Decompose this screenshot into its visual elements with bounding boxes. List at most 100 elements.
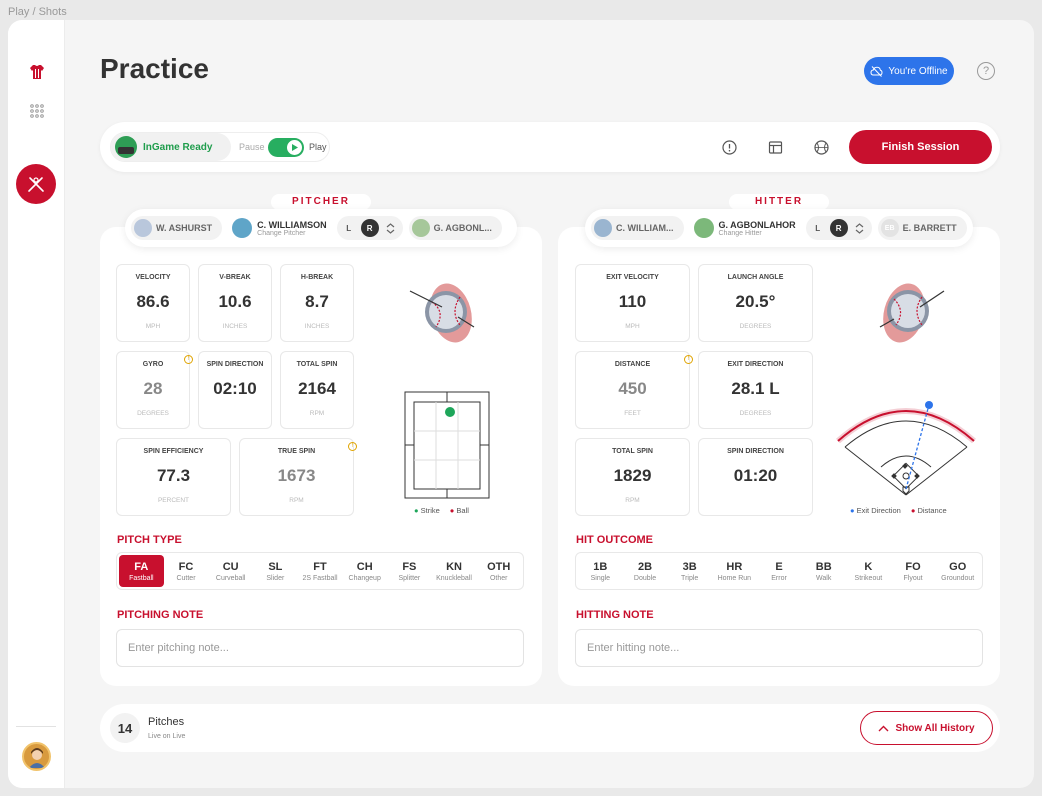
outcome-code: HR (726, 560, 743, 573)
pitch-type-option[interactable]: CH Changeup (342, 555, 387, 587)
chevron-updown-icon[interactable] (382, 219, 400, 237)
hand-right-option[interactable]: R (360, 219, 379, 237)
strike-zone-legend: ● Strike ● Ball (414, 506, 469, 515)
chevron-updown-icon[interactable] (851, 219, 869, 237)
pitch-name: Other (489, 574, 508, 582)
chevron-up-icon (878, 725, 889, 731)
stat-card: V-BREAK 10.6 INCHES (198, 264, 272, 342)
current-hitter[interactable]: G. AGBONLAHOR Change Hitter (690, 218, 800, 238)
hitter-hand-toggle: L R (805, 216, 872, 240)
outcome-code: GO (949, 560, 967, 573)
pitch-type-option[interactable]: FS Splitter (387, 555, 432, 587)
hit-outcome-option[interactable]: FO Flyout (891, 555, 936, 587)
pitch-type-option[interactable]: FT 2S Fastball (298, 555, 343, 587)
warning-icon[interactable]: ! (184, 355, 193, 364)
alert-icon[interactable] (720, 138, 738, 156)
warning-icon[interactable]: ! (348, 442, 357, 451)
play-icon (287, 140, 302, 155)
crossed-bats-icon (28, 177, 44, 192)
hit-outcome-option[interactable]: GO Groundout (935, 555, 980, 587)
hit-outcome-option[interactable]: BB Walk (801, 555, 846, 587)
stat-value: 10.6 (218, 292, 252, 311)
stat-value: 110 (618, 292, 647, 311)
user-avatar[interactable] (22, 742, 51, 771)
outcome-name: Strikeout (854, 574, 883, 582)
legend-distance: ● Distance (910, 506, 947, 515)
play-pause-toggle[interactable] (268, 138, 304, 157)
stat-label: EXIT DIRECTION (727, 361, 784, 368)
hit-outcome-option[interactable]: E Error (757, 555, 802, 587)
pitcher-section-label: PITCHER (271, 194, 371, 210)
show-history-button[interactable]: Show All History (860, 711, 993, 745)
player-avatar (693, 218, 714, 238)
stat-label: TOTAL SPIN (612, 448, 653, 455)
pitch-type-option[interactable]: SL Slider (253, 555, 298, 587)
pitching-note-input[interactable]: Enter pitching note... (116, 629, 524, 667)
stat-label: SPIN DIRECTION (727, 448, 784, 455)
change-hitter-link[interactable]: Change Hitter (719, 230, 796, 237)
stat-value: 1673 (277, 466, 316, 485)
practice-nav-button[interactable] (16, 164, 56, 204)
hit-outcome-option[interactable]: 1B Single (578, 555, 623, 587)
hit-outcome-option[interactable]: HR Home Run (712, 555, 757, 587)
stat-value: 1829 (613, 466, 652, 485)
stat-unit: MPH (625, 323, 640, 330)
pitch-name: Curveball (215, 574, 246, 582)
next-pitcher-chip[interactable]: G. AGBONL... (408, 216, 502, 240)
pitch-type-option[interactable]: FC Cutter (164, 555, 209, 587)
stat-label: H-BREAK (300, 274, 334, 281)
baseball-icon[interactable] (812, 138, 830, 156)
hand-left-option[interactable]: L (340, 219, 358, 237)
pitch-code: FS (402, 560, 417, 573)
change-pitcher-link[interactable]: Change Pitcher (257, 230, 327, 237)
breadcrumb: Play / Shots (8, 6, 67, 18)
help-icon[interactable]: ? (977, 62, 995, 80)
pitch-code: CU (222, 560, 239, 573)
hit-outcome-heading: HIT OUTCOME (576, 534, 653, 546)
device-pill[interactable]: InGame Ready (111, 133, 231, 161)
hit-outcome-option[interactable]: 3B Triple (667, 555, 712, 587)
layout-icon[interactable] (766, 138, 784, 156)
stat-value: 8.7 (305, 292, 329, 311)
pitch-type-option[interactable]: KN Knuckleball (432, 555, 477, 587)
stat-card: ! DISTANCE 450 FEET (575, 351, 693, 429)
stat-label: TRUE SPIN (277, 448, 316, 455)
offline-status-button[interactable]: You're Offline (864, 57, 954, 85)
hit-outcome-option[interactable]: 2B Double (623, 555, 668, 587)
pitch-type-option[interactable]: FA Fastball (119, 555, 164, 587)
next-hitter-chip[interactable]: EB E. BARRETT (877, 216, 967, 240)
prev-pitcher-chip[interactable]: W. ASHURST (131, 216, 223, 240)
finish-session-button[interactable]: Finish Session (849, 130, 992, 164)
hitter-section-label: HITTER (729, 194, 829, 210)
stat-label: EXIT VELOCITY (606, 274, 659, 281)
warning-icon[interactable]: ! (684, 355, 693, 364)
legend-strike: ● Strike (414, 506, 440, 515)
hitting-note-input[interactable]: Enter hitting note... (575, 629, 983, 667)
hit-outcome-option[interactable]: K Strikeout (846, 555, 891, 587)
next-hitter-name: E. BARRETT (902, 223, 957, 233)
stat-unit: MPH (145, 323, 161, 330)
pitch-name: Splitter (398, 574, 421, 582)
outcome-name: Flyout (903, 574, 923, 582)
player-avatar (232, 218, 253, 238)
player-avatar (134, 219, 152, 237)
stat-value: 2164 (298, 379, 336, 398)
stat-unit: DEGREES (739, 410, 772, 417)
pitch-type-option[interactable]: OTH Other (476, 555, 521, 587)
hit-spin-ball-graphic (879, 283, 945, 343)
apps-grid-icon[interactable] (8, 103, 65, 124)
stat-card: SPIN DIRECTION 01:20 (698, 438, 813, 516)
prev-hitter-chip[interactable]: C. WILLIAM... (591, 216, 684, 240)
hand-left-option[interactable]: L (809, 219, 827, 237)
pitch-code: FT (313, 560, 327, 573)
pitch-type-option[interactable]: CU Curveball (208, 555, 253, 587)
stat-label: GYRO (142, 361, 164, 368)
jersey-icon[interactable] (8, 64, 65, 85)
pitch-name: 2S Fastball (302, 574, 338, 582)
stat-card: SPIN DIRECTION 02:10 (198, 351, 272, 429)
current-pitcher[interactable]: C. WILLIAMSON Change Pitcher (228, 218, 331, 238)
pitch-name: Knuckleball (436, 574, 472, 582)
hand-right-option[interactable]: R (829, 219, 848, 237)
stat-label: TOTAL SPIN (296, 361, 338, 368)
stat-unit: FEET (624, 410, 641, 417)
